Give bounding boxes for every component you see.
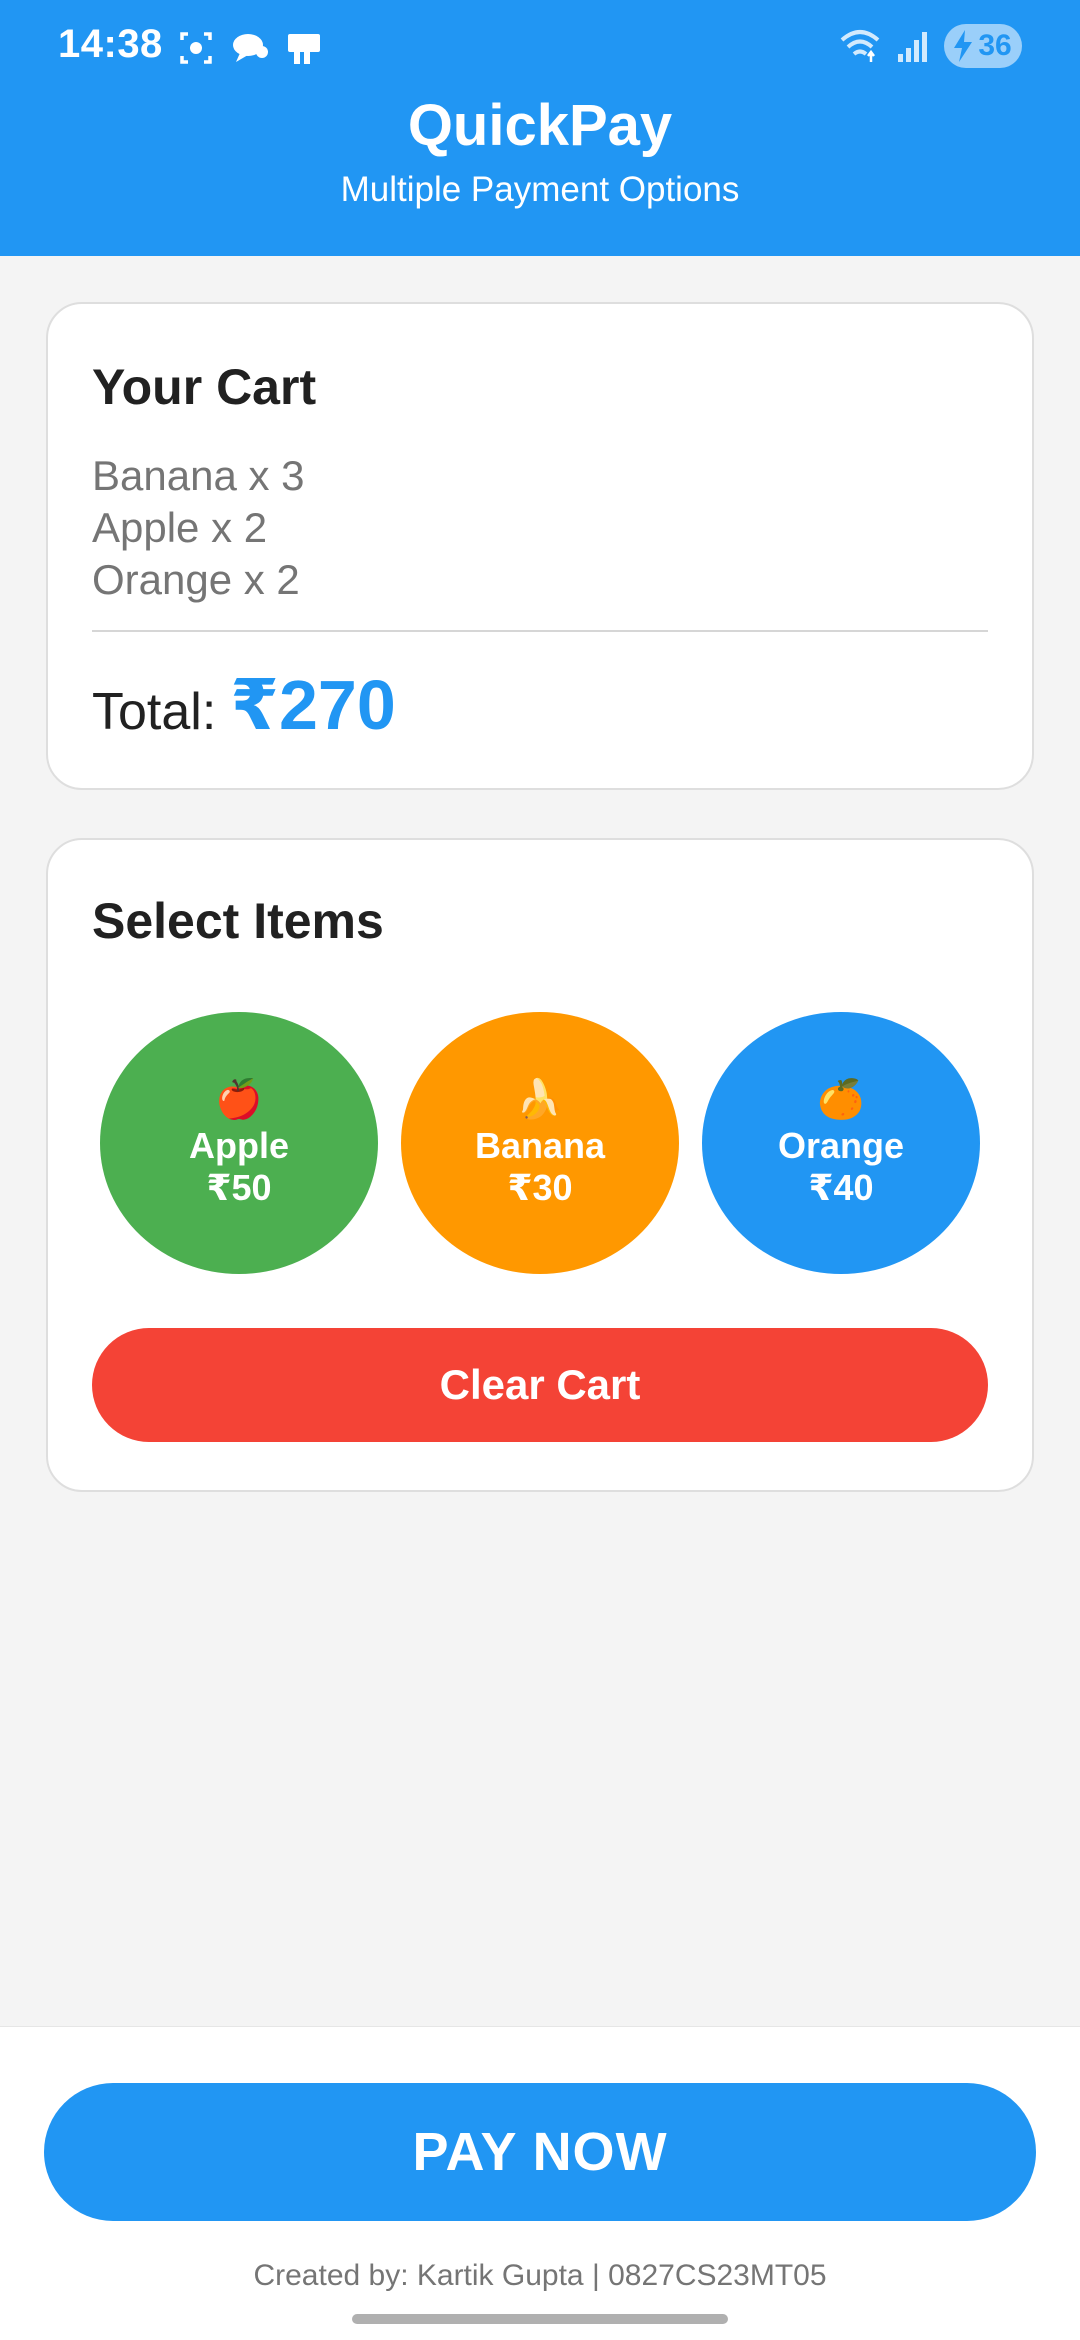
cart-title: Your Cart <box>92 359 317 415</box>
clear-cart-button[interactable]: Clear Cart <box>92 1328 988 1442</box>
banana-icon: 🍌 <box>516 1079 564 1121</box>
page-title: QuickPay <box>407 93 673 158</box>
fruit-price: ₹50 <box>206 1167 272 1208</box>
wifi-icon <box>840 30 880 62</box>
screenshot-icon <box>180 32 212 64</box>
select-items-title: Select Items <box>92 893 384 949</box>
credit-text: Created by: Kartik Gupta | 0827CS23MT05 <box>253 2259 827 2292</box>
fruit-price: ₹30 <box>507 1167 573 1208</box>
status-bar: 14:38 36 <box>0 0 1080 96</box>
fruit-name: Banana <box>474 1125 606 1166</box>
cart-divider <box>92 630 988 632</box>
battery-indicator: 36 <box>944 24 1022 68</box>
pay-now-button[interactable]: PAY NOW <box>44 2083 1036 2221</box>
cart-card: Your Cart Banana x 3 Apple x 2 Orange x … <box>46 302 1034 790</box>
cart-item: Apple x 2 <box>92 504 268 551</box>
app-header: 14:38 36 QuickPay Multiple Payment Optio… <box>0 0 1080 256</box>
orange-icon: 🍊 <box>817 1079 865 1121</box>
add-orange-button[interactable]: 🍊 Orange ₹40 <box>702 1012 980 1274</box>
select-items-card: Select Items 🍎 Apple ₹50 🍌 Banana ₹30 🍊 … <box>46 838 1034 1492</box>
cart-item: Orange x 2 <box>92 556 300 603</box>
notification-icons <box>176 28 324 68</box>
charging-bolt-icon <box>954 30 972 62</box>
status-time: 14:38 <box>58 22 163 66</box>
total-amount: ₹270 <box>230 666 396 744</box>
apple-icon: 🍎 <box>215 1079 263 1121</box>
fruit-name: Apple <box>188 1125 289 1166</box>
home-indicator[interactable] <box>352 2314 728 2324</box>
fruit-buttons-row: 🍎 Apple ₹50 🍌 Banana ₹30 🍊 Orange ₹40 <box>100 1012 984 1274</box>
total-label: Total: <box>92 683 217 741</box>
total-row: Total: ₹270 <box>92 664 396 746</box>
signal-icon <box>898 32 927 62</box>
fruit-name: Orange <box>777 1125 905 1166</box>
cart-items-list: Banana x 3 Apple x 2 Orange x 2 <box>92 450 305 606</box>
fruit-price: ₹40 <box>808 1167 874 1208</box>
add-banana-button[interactable]: 🍌 Banana ₹30 <box>401 1012 679 1274</box>
system-icons: 36 <box>838 24 1022 68</box>
chat-icon <box>233 34 268 62</box>
page-subtitle: Multiple Payment Options <box>340 170 740 209</box>
add-apple-button[interactable]: 🍎 Apple ₹50 <box>100 1012 378 1274</box>
device-icon <box>288 34 320 64</box>
cart-item: Banana x 3 <box>92 452 305 499</box>
battery-level: 36 <box>978 29 1012 62</box>
footer: PAY NOW Created by: Kartik Gupta | 0827C… <box>0 2026 1080 2340</box>
